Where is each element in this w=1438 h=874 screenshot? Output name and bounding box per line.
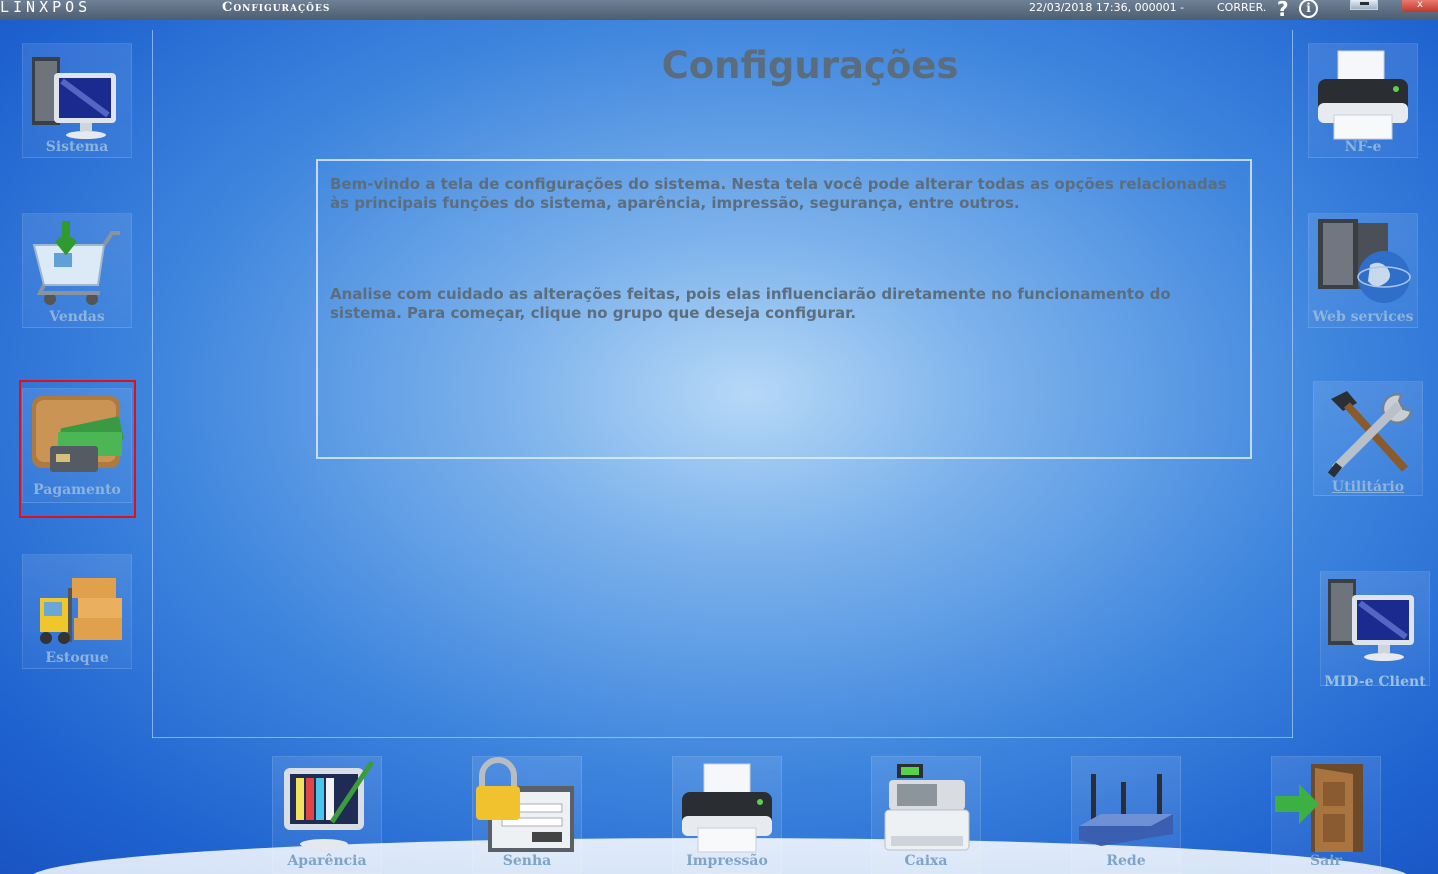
minimize-button[interactable] [1350,0,1378,10]
brand-logo: LINXPOS [0,0,92,16]
nfe-label: NF-e [1344,139,1382,155]
page-title: Configurações [661,44,959,87]
help-icon[interactable]: ? [1277,0,1289,21]
close-button[interactable]: x [1402,0,1438,12]
caixa-label: Caixa [904,853,948,869]
estoque-label: Estoque [45,650,109,666]
impressao-label: Impressão [686,853,768,869]
web-services-label: Web services [1312,309,1414,325]
user-name: CORRER. [1217,1,1267,14]
aparencia-label: Aparência [287,853,367,869]
mid-e-client-label: MID-e Client [1324,674,1426,690]
selection-highlight [19,380,136,518]
frame-line-bottom [152,737,1293,738]
timestamp: 22/03/2018 17:36, 000001 - [1029,1,1185,14]
tools-icon [1327,391,1413,478]
welcome-text: Bem-vindo a tela de configurações do sis… [330,175,1227,212]
sistema-label: Sistema [45,139,109,155]
senha-label: Senha [502,853,552,869]
server-globe-icon [1318,219,1411,303]
impressao-button[interactable]: Impressão [672,756,782,874]
computer-icon [32,57,116,139]
sair-button[interactable]: Sair [1271,756,1381,874]
exit-door-icon [1275,764,1363,852]
printer-icon [682,763,772,853]
info-icon[interactable]: i [1299,0,1318,18]
shopping-cart-icon [32,221,120,305]
utilitario-label: Utilitário [1331,479,1405,495]
monitor-palette-icon [284,760,375,849]
title-bar: LINXPOS Configurações 22/03/2018 17:36, … [0,0,1438,21]
senha-button[interactable]: Senha [472,756,582,874]
vendas-label: Vendas [49,309,105,325]
sair-label: Sair [1310,853,1342,869]
cash-register-icon [884,764,970,851]
instruction-text: Analise com cuidado as alterações feitas… [330,285,1171,322]
padlock-icon [476,757,574,852]
frame-line-right [1292,30,1293,738]
printer-icon [1318,50,1408,140]
welcome-panel: Bem-vindo a tela de configurações do sis… [316,159,1252,459]
frame-line-left [152,30,153,738]
rede-label: Rede [1106,853,1146,869]
router-icon [1079,774,1173,846]
rede-button[interactable]: Rede [1071,756,1181,874]
computer-icon [1328,579,1414,661]
forklift-icon [40,578,122,644]
window-title: Configurações [222,0,331,15]
aparencia-button[interactable]: Aparência [272,756,382,874]
caixa-button[interactable]: Caixa [871,756,981,874]
